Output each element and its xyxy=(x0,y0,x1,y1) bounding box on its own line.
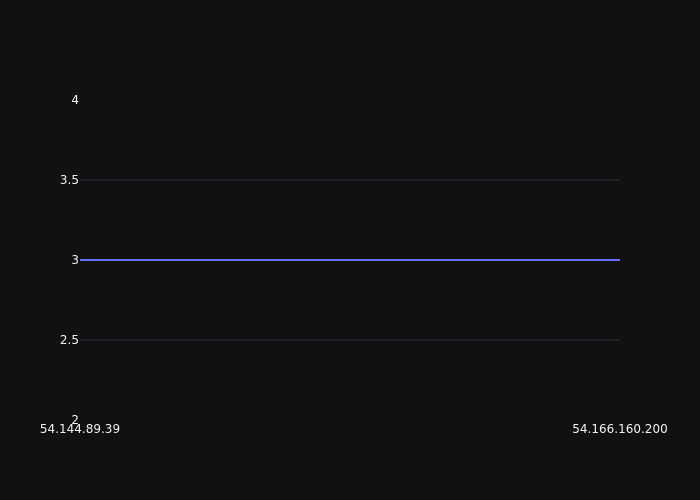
y-tick-label: 4 xyxy=(71,93,79,107)
y-tick-label: 3 xyxy=(71,253,79,267)
y-tick-label: 3.5 xyxy=(60,173,79,187)
y-tick-label: 2.5 xyxy=(60,333,79,347)
x-tick-label: 54.166.160.200 xyxy=(572,422,667,436)
line-chart: 22.533.54 54.144.89.39 54.166.160.200 xyxy=(0,0,700,500)
x-tick-label: 54.144.89.39 xyxy=(40,422,120,436)
